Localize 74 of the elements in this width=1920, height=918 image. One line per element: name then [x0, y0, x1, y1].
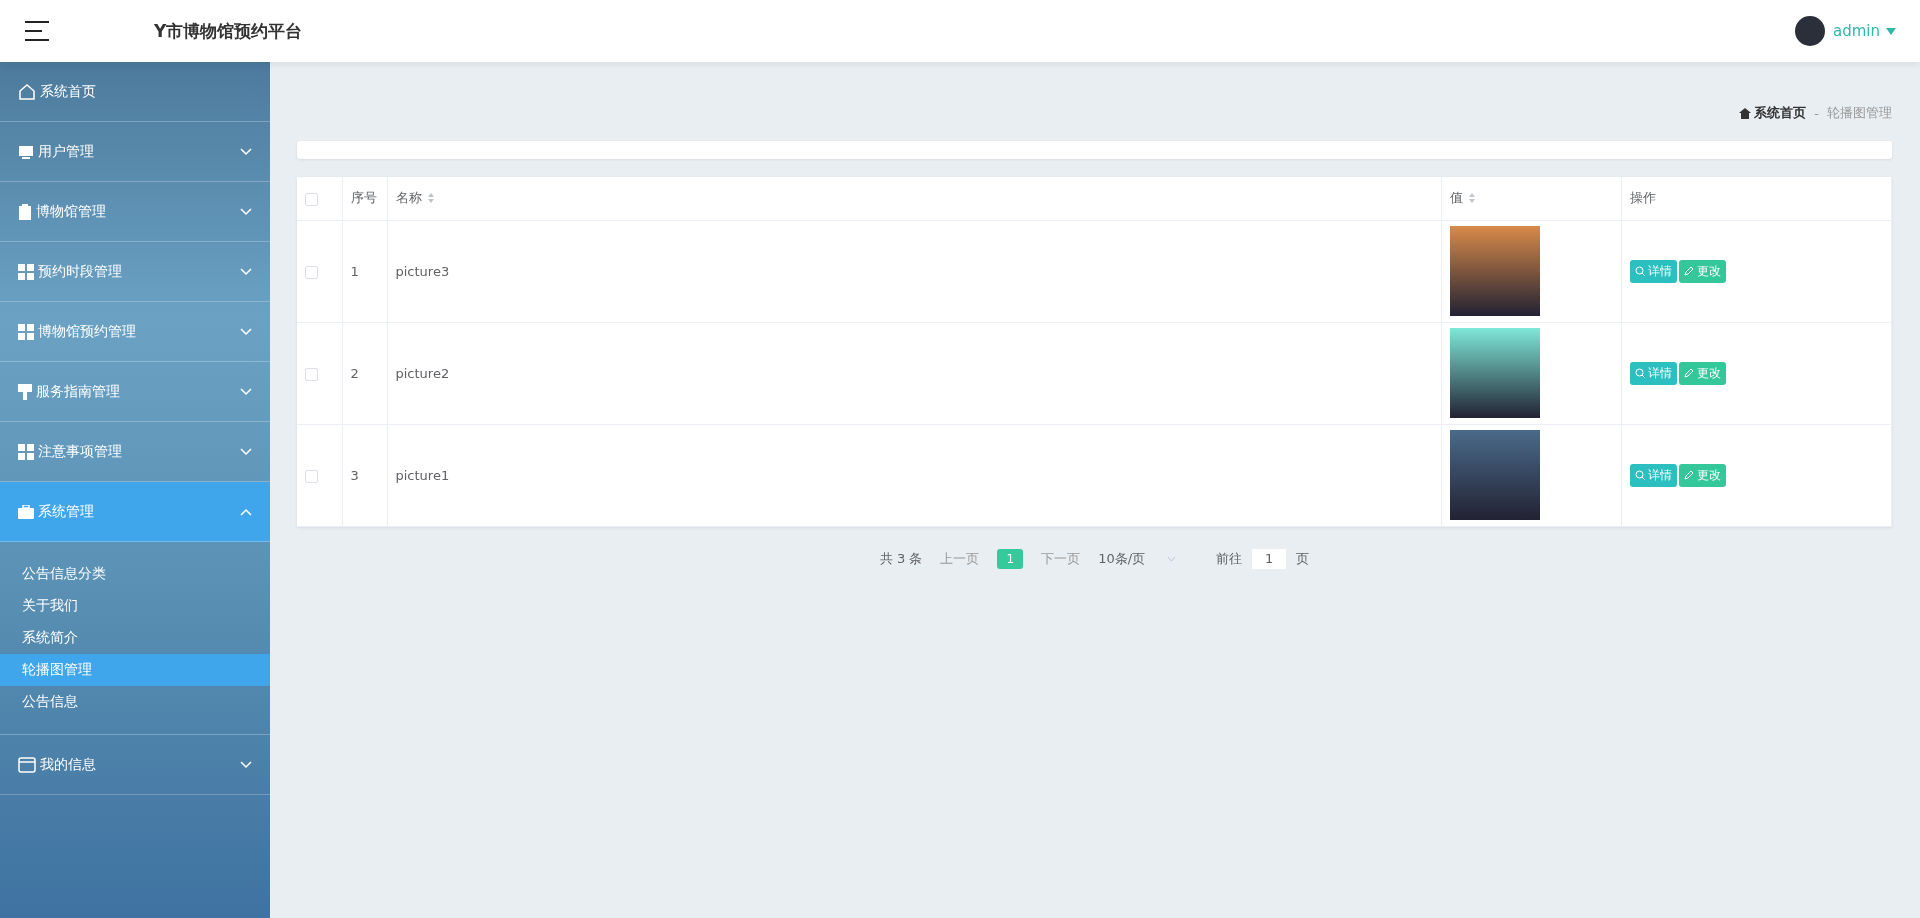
page-input[interactable]: 1 — [1252, 548, 1287, 569]
edit-button[interactable]: 更改 — [1679, 463, 1726, 487]
sort-icon[interactable] — [426, 192, 435, 205]
checkbox[interactable] — [305, 192, 318, 206]
details-button[interactable]: 详情 — [1630, 259, 1677, 283]
sidebar-item[interactable]: 博物馆预约管理 — [0, 302, 270, 362]
table-cell: 1 — [350, 263, 359, 279]
monitor-icon — [18, 143, 34, 160]
sidebar-item[interactable]: 系统管理 — [0, 482, 270, 542]
column-header: 值 — [1450, 189, 1463, 208]
chevron-down-icon — [240, 447, 252, 456]
edit-button[interactable]: 更改 — [1679, 361, 1726, 385]
caret-icon — [1886, 27, 1896, 35]
submenu-item[interactable]: 公告信息 — [0, 686, 270, 718]
sidebar-item[interactable]: 用户管理 — [0, 122, 270, 182]
page-number[interactable]: 1 — [997, 548, 1024, 569]
home-icon — [1739, 107, 1752, 119]
chevron-down-icon — [240, 207, 252, 216]
search-icon — [1635, 470, 1645, 480]
total-count: 共 3 条 — [879, 549, 923, 568]
pencil-icon — [1684, 470, 1694, 480]
chevron-down-icon — [240, 760, 252, 769]
details-button[interactable]: 详情 — [1630, 361, 1677, 385]
user-menu[interactable]: admin — [1833, 22, 1896, 40]
submenu-item[interactable]: 公告信息分类 — [0, 558, 270, 590]
column-header: 操作 — [1630, 189, 1656, 208]
avatar — [1795, 16, 1825, 46]
column-header: 名称 — [395, 189, 422, 208]
sidebar-item[interactable]: 预约时段管理 — [0, 242, 270, 302]
details-button[interactable]: 详情 — [1630, 463, 1677, 487]
page-unit: 页 — [1296, 549, 1310, 568]
sidebar-item[interactable]: 我的信息 — [0, 735, 270, 795]
sidebar-item[interactable]: 系统首页 — [0, 62, 270, 122]
goto-label: 前往 — [1216, 549, 1243, 568]
column-header: 序号 — [350, 189, 377, 208]
clipboard-icon — [18, 203, 32, 220]
grid-icon — [18, 263, 34, 280]
table-cell: picture2 — [395, 365, 450, 381]
grid-icon — [18, 443, 34, 460]
checkbox[interactable] — [305, 367, 318, 381]
table-cell: 3 — [350, 467, 359, 483]
search-icon — [1635, 266, 1645, 276]
brush-icon — [18, 383, 32, 400]
card-icon — [18, 756, 36, 773]
edit-button[interactable]: 更改 — [1679, 259, 1726, 283]
app-title: Y市博物馆预约平台 — [154, 19, 303, 43]
submenu-item[interactable]: 轮播图管理 — [0, 654, 270, 686]
pencil-icon — [1684, 266, 1694, 276]
pencil-icon — [1684, 368, 1694, 378]
checkbox[interactable] — [305, 265, 318, 279]
breadcrumb-home-link[interactable]: 系统首页 — [1739, 104, 1807, 122]
chevron-down-icon — [240, 267, 252, 276]
menu-icon[interactable] — [24, 20, 50, 42]
sort-icon[interactable] — [1468, 192, 1476, 205]
home-icon — [18, 82, 36, 101]
checkbox[interactable] — [305, 469, 318, 483]
breadcrumb-current: 轮播图管理 — [1827, 104, 1892, 122]
breadcrumb-separator: - — [1814, 105, 1819, 121]
submenu-item[interactable]: 系统简介 — [0, 622, 270, 654]
chevron-up-icon — [240, 507, 252, 516]
table-cell: 2 — [350, 365, 359, 381]
sidebar-item[interactable]: 博物馆管理 — [0, 182, 270, 242]
chevron-down-icon — [240, 387, 252, 396]
table-cell: picture3 — [395, 263, 450, 279]
grid-icon — [18, 323, 34, 340]
search-icon — [1635, 368, 1645, 378]
sidebar-item[interactable]: 服务指南管理 — [0, 362, 270, 422]
chevron-down-icon — [1167, 555, 1177, 562]
submenu-item[interactable]: 关于我们 — [0, 590, 270, 622]
chevron-down-icon — [240, 147, 252, 156]
page-size-select[interactable]: 10条/页 — [1098, 549, 1177, 568]
briefcase-icon — [18, 504, 34, 519]
table-cell: picture1 — [395, 467, 450, 483]
chevron-down-icon — [240, 327, 252, 336]
